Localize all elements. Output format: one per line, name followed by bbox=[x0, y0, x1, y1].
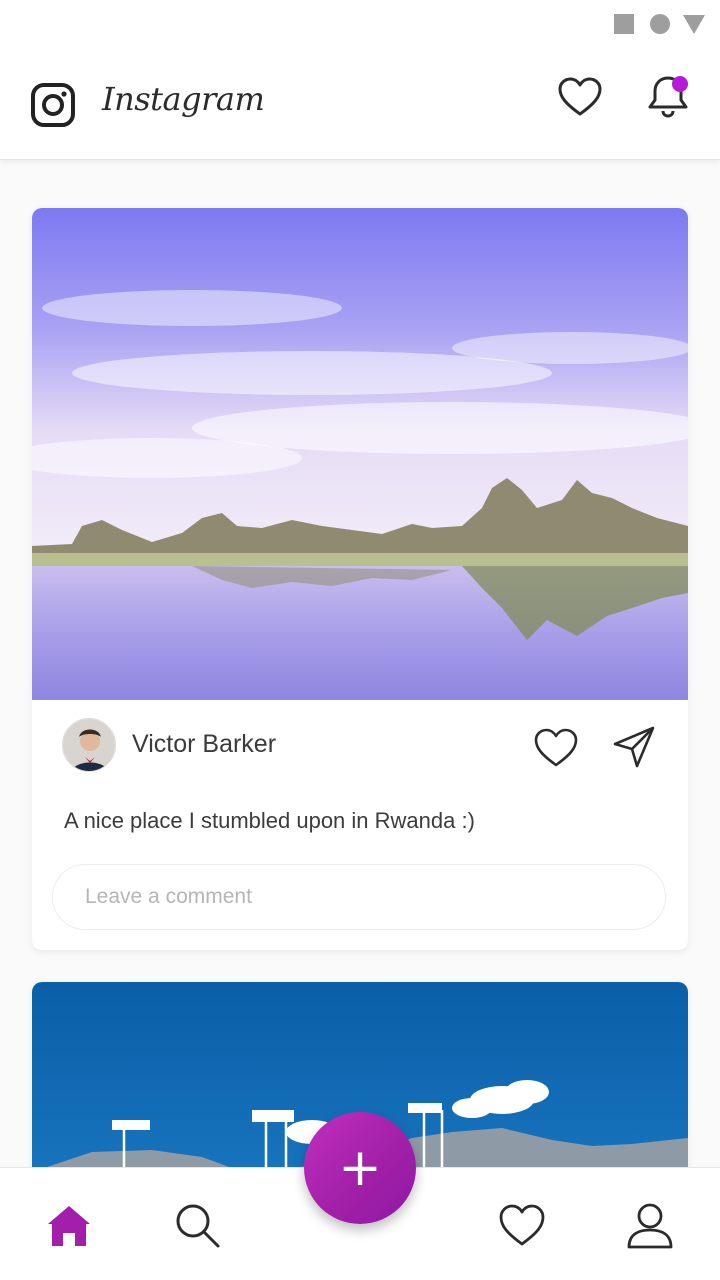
post-meta: Victor Barker A nice place I stumbled up… bbox=[32, 700, 688, 950]
plus-icon: + bbox=[338, 1138, 382, 1198]
notification-badge bbox=[672, 76, 688, 92]
feed[interactable]: Victor Barker A nice place I stumbled up… bbox=[0, 161, 720, 1167]
triangle-icon bbox=[683, 15, 705, 34]
profile-icon[interactable] bbox=[625, 1200, 675, 1250]
instagram-camera-icon bbox=[31, 83, 75, 127]
add-post-button[interactable]: + bbox=[304, 1112, 416, 1224]
heart-icon[interactable] bbox=[532, 724, 580, 772]
heart-icon[interactable] bbox=[556, 74, 604, 122]
avatar[interactable] bbox=[62, 718, 116, 772]
circle-icon bbox=[650, 14, 670, 34]
send-icon[interactable] bbox=[610, 722, 658, 770]
author-name[interactable]: Victor Barker bbox=[132, 730, 276, 759]
post-caption: A nice place I stumbled upon in Rwanda :… bbox=[64, 808, 475, 833]
app-header: Instagram bbox=[0, 48, 720, 160]
status-bar bbox=[0, 0, 720, 48]
stop-square-icon bbox=[614, 14, 634, 34]
search-icon[interactable] bbox=[172, 1200, 222, 1250]
comment-input[interactable] bbox=[52, 864, 666, 930]
app-title: Instagram bbox=[102, 80, 265, 118]
post-image[interactable] bbox=[32, 208, 688, 700]
home-icon[interactable] bbox=[44, 1200, 94, 1250]
heart-icon[interactable] bbox=[497, 1200, 547, 1250]
post-card: Victor Barker A nice place I stumbled up… bbox=[32, 208, 688, 950]
